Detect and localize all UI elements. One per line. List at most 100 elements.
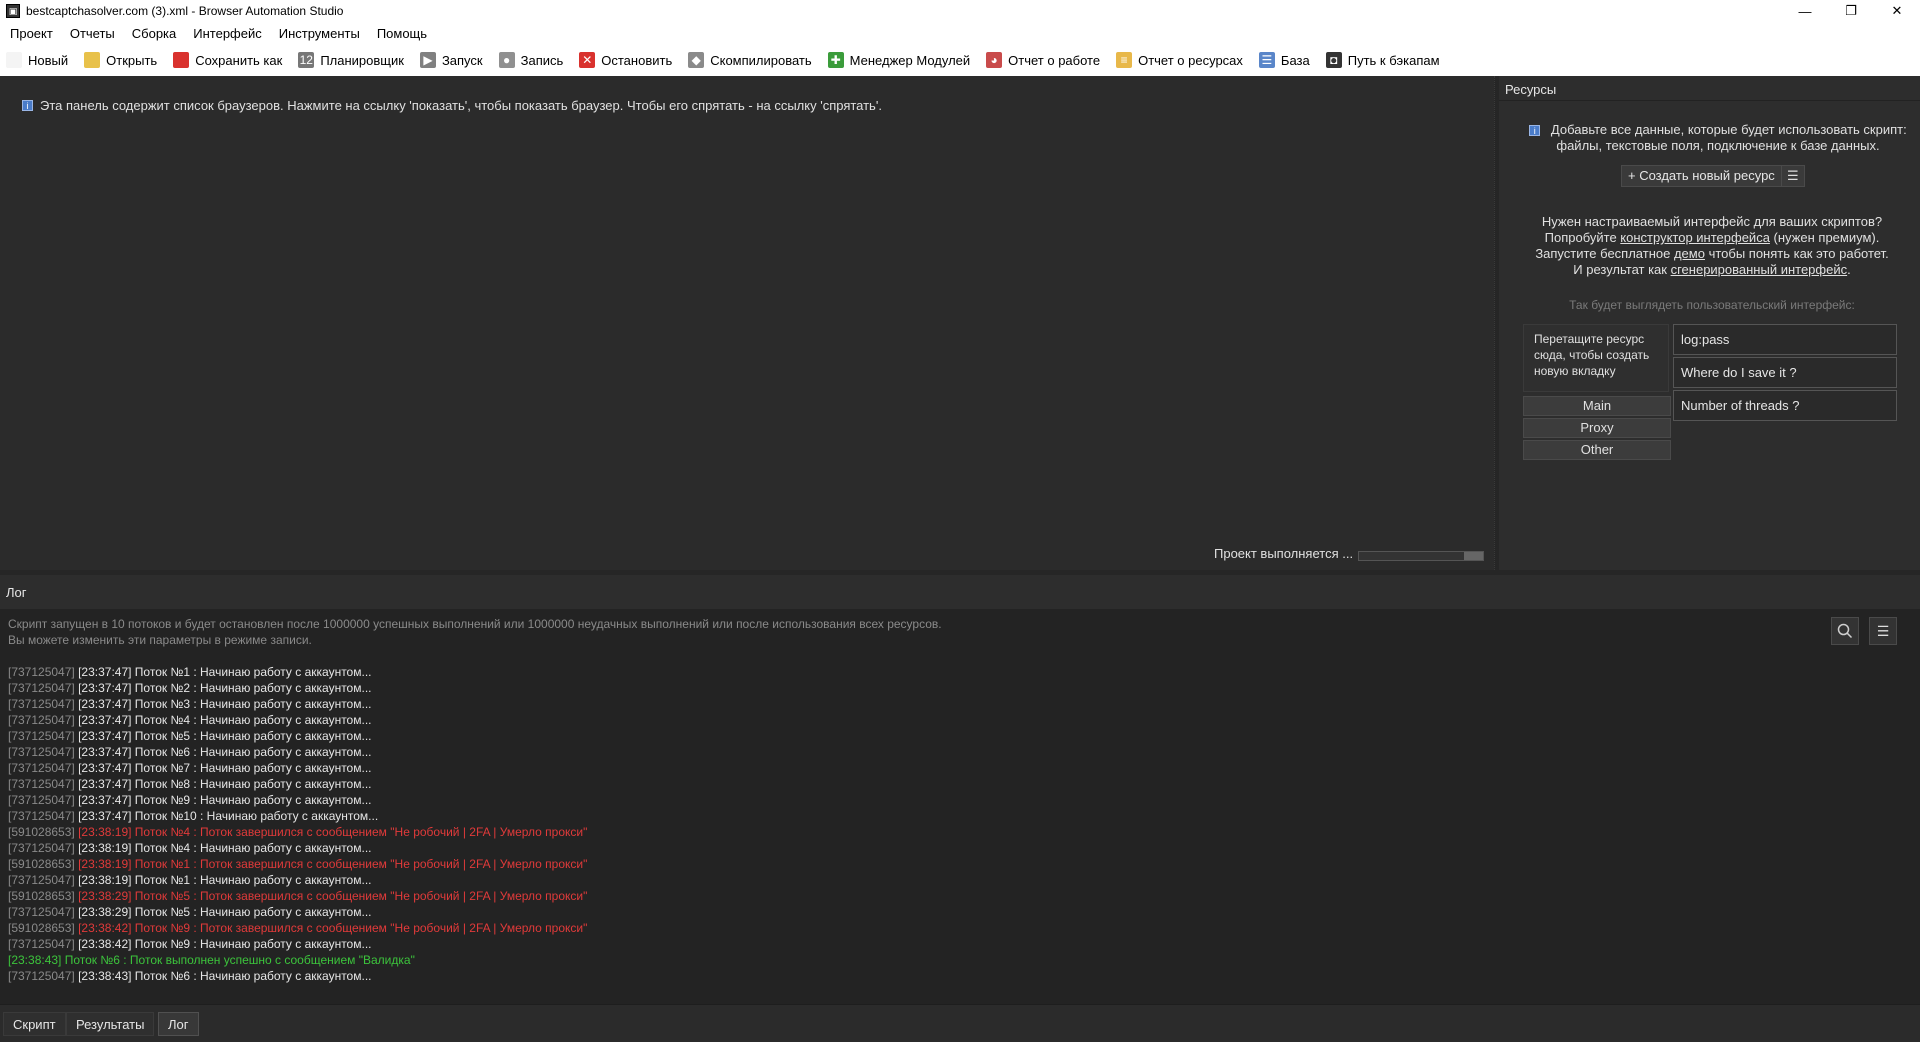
log-line: [737125047] [23:38:43] Поток №6 : Начина… (8, 968, 587, 984)
title-bar: ▣ bestcaptchasolver.com (3).xml - Browse… (0, 0, 1920, 22)
promo-line: Нужен настраиваемый интерфейс для ваших … (1541, 214, 1883, 229)
log-line-text: [23:37:47] Поток №3 : Начинаю работу с а… (78, 697, 372, 711)
toolbar-button-label: База (1280, 52, 1310, 68)
drag-hint-line: новую вкладку (1534, 364, 1616, 378)
toolbar-button-label: Путь к бэкапам (1347, 52, 1440, 68)
tab-results[interactable]: Результаты (66, 1012, 155, 1036)
calendar-icon: 12 (298, 52, 315, 68)
log-line-text: [23:37:47] Поток №2 : Начинаю работу с а… (78, 681, 372, 695)
report-icon: ≡ (1116, 52, 1133, 68)
menu-project[interactable]: Проект (0, 26, 60, 41)
toolbar-button-label: Открыть (106, 52, 158, 68)
log-line: [591028653] [23:38:29] Поток №5 : Поток … (8, 888, 587, 904)
toolbar-button-stop[interactable]: ✕ Остановить (579, 52, 672, 68)
log-line: [737125047] [23:38:19] Поток №4 : Начина… (8, 840, 587, 856)
promo-text: Запустите бесплатное (1535, 246, 1674, 261)
generated-interface-link[interactable]: сгенерированный интерфейс (1671, 262, 1848, 277)
toolbar-button-calendar[interactable]: 12 Планировщик (298, 52, 404, 68)
toolbar-button-label: Отчет о работе (1008, 52, 1101, 68)
toolbar-button-label: Новый (28, 52, 69, 68)
log-line: [737125047] [23:37:47] Поток №6 : Начина… (8, 744, 587, 760)
toolbar-button-backup[interactable]: ◘ Путь к бэкапам (1325, 52, 1440, 68)
log-line: [23:38:43] Поток №6 : Поток выполнен усп… (8, 952, 587, 968)
log-line-id: [737125047] (8, 841, 75, 855)
log-line-id: [737125047] (8, 697, 75, 711)
tab-log[interactable]: Лог (158, 1012, 199, 1036)
toolbar-button-play[interactable]: ▶ Запуск (419, 52, 483, 68)
menu-interface[interactable]: Интерфейс (183, 26, 268, 41)
tab-script[interactable]: Скрипт (3, 1012, 66, 1036)
create-resource-button[interactable]: + Создать новый ресурс (1621, 165, 1782, 187)
record-icon: ● (498, 52, 515, 68)
log-line: [737125047] [23:37:47] Поток №8 : Начина… (8, 776, 587, 792)
log-lines: [737125047] [23:37:47] Поток №1 : Начина… (8, 664, 587, 984)
compile-icon: ◆ (688, 52, 705, 68)
browser-panel-info-text: Эта панель содержит список браузеров. На… (40, 98, 882, 113)
menu-bar: Проект Отчеты Сборка Интерфейс Инструмен… (0, 22, 1920, 44)
log-line: [737125047] [23:38:42] Поток №9 : Начина… (8, 936, 587, 952)
toolbar-button-label: Запуск (441, 52, 483, 68)
toolbar-button-record[interactable]: ● Запись (498, 52, 563, 68)
log-line-id: [737125047] (8, 809, 75, 823)
minimize-button[interactable]: — (1782, 0, 1828, 22)
log-menu-button[interactable]: ☰ (1869, 617, 1897, 645)
backup-icon: ◘ (1325, 52, 1342, 68)
log-line: [591028653] [23:38:19] Поток №1 : Поток … (8, 856, 587, 872)
log-line-text: [23:38:19] Поток №4 : Поток завершился с… (78, 825, 588, 839)
browser-panel: i Эта панель содержит список браузеров. … (0, 76, 1492, 570)
log-search-button[interactable] (1831, 617, 1859, 645)
log-line-text: [23:38:43] Поток №6 : Начинаю работу с а… (78, 969, 372, 983)
log-line-id: [737125047] (8, 681, 75, 695)
toolbar-button-puzzle[interactable]: ✚ Менеджер Модулей (827, 52, 970, 68)
interface-builder-link[interactable]: конструктор интерфейса (1620, 230, 1770, 245)
log-line-id: [737125047] (8, 793, 75, 807)
log-header: Лог (0, 575, 1920, 610)
toolbar-button-save[interactable]: Сохранить как (173, 52, 282, 68)
toolbar-button-pie-chart[interactable]: ◕ Отчет о работе (986, 52, 1100, 68)
stop-icon: ✕ (579, 52, 596, 68)
log-line: [737125047] [23:38:19] Поток №1 : Начина… (8, 872, 587, 888)
tab-other[interactable]: Other (1523, 440, 1671, 460)
window-controls: — ❐ ✕ (1782, 0, 1920, 22)
resources-panel: Ресурсы i Добавьте все данные, которые б… (1499, 76, 1920, 570)
close-button[interactable]: ✕ (1874, 0, 1920, 22)
menu-build[interactable]: Сборка (122, 26, 184, 41)
resources-title: Ресурсы (1505, 82, 1557, 97)
toolbar-button-compile[interactable]: ◆ Скомпилировать (688, 52, 812, 68)
resource-field-threads[interactable]: Number of threads ? (1673, 390, 1897, 421)
tab-proxy[interactable]: Proxy (1523, 418, 1671, 438)
log-line-text: [23:38:19] Поток №1 : Поток завершился с… (78, 857, 588, 871)
menu-help[interactable]: Помощь (367, 26, 434, 41)
demo-link[interactable]: демо (1674, 246, 1705, 261)
menu-tools[interactable]: Инструменты (269, 26, 367, 41)
info-icon: i (1529, 125, 1541, 137)
resource-field-logpass[interactable]: log:pass (1673, 324, 1897, 355)
new-file-icon (6, 52, 22, 68)
log-panel: Скрипт запущен в 10 потоков и будет оста… (0, 609, 1920, 1004)
log-line-id: [737125047] (8, 665, 75, 679)
log-line-id: [737125047] (8, 873, 75, 887)
restore-button[interactable]: ❐ (1828, 0, 1874, 22)
log-note-line: Вы можете изменить эти параметры в режим… (8, 633, 312, 647)
tab-main[interactable]: Main (1523, 396, 1671, 416)
promo-text: И результат как (1573, 262, 1671, 277)
log-line-text: [23:37:47] Поток №7 : Начинаю работу с а… (78, 761, 372, 775)
run-progress-bar (1358, 551, 1484, 561)
create-resource-control: + Создать новый ресурс ☰ (1621, 165, 1805, 187)
promo-text: (нужен премиум). (1769, 230, 1880, 245)
log-line-id: [591028653] (8, 825, 75, 839)
menu-reports[interactable]: Отчеты (60, 26, 122, 41)
resource-field-save-path[interactable]: Where do I save it ? (1673, 357, 1897, 388)
toolbar-button-report[interactable]: ≡ Отчет о ресурсах (1116, 52, 1243, 68)
drag-hint-line: Перетащите ресурс (1534, 332, 1645, 346)
log-line: [737125047] [23:37:47] Поток №10 : Начин… (8, 808, 587, 824)
toolbar-button-new-file[interactable]: Новый (6, 52, 68, 68)
toolbar-button-folder[interactable]: Открыть (84, 52, 157, 68)
toolbar-button-database[interactable]: ☰ База (1258, 52, 1310, 68)
log-line-text: [23:37:47] Поток №1 : Начинаю работу с а… (78, 665, 372, 679)
create-resource-menu-button[interactable]: ☰ (1781, 165, 1805, 187)
log-line: [737125047] [23:38:29] Поток №5 : Начина… (8, 904, 587, 920)
log-note: Скрипт запущен в 10 потоков и будет оста… (8, 616, 942, 648)
toolbar-button-label: Сохранить как (195, 52, 283, 68)
log-line: [737125047] [23:37:47] Поток №7 : Начина… (8, 760, 587, 776)
